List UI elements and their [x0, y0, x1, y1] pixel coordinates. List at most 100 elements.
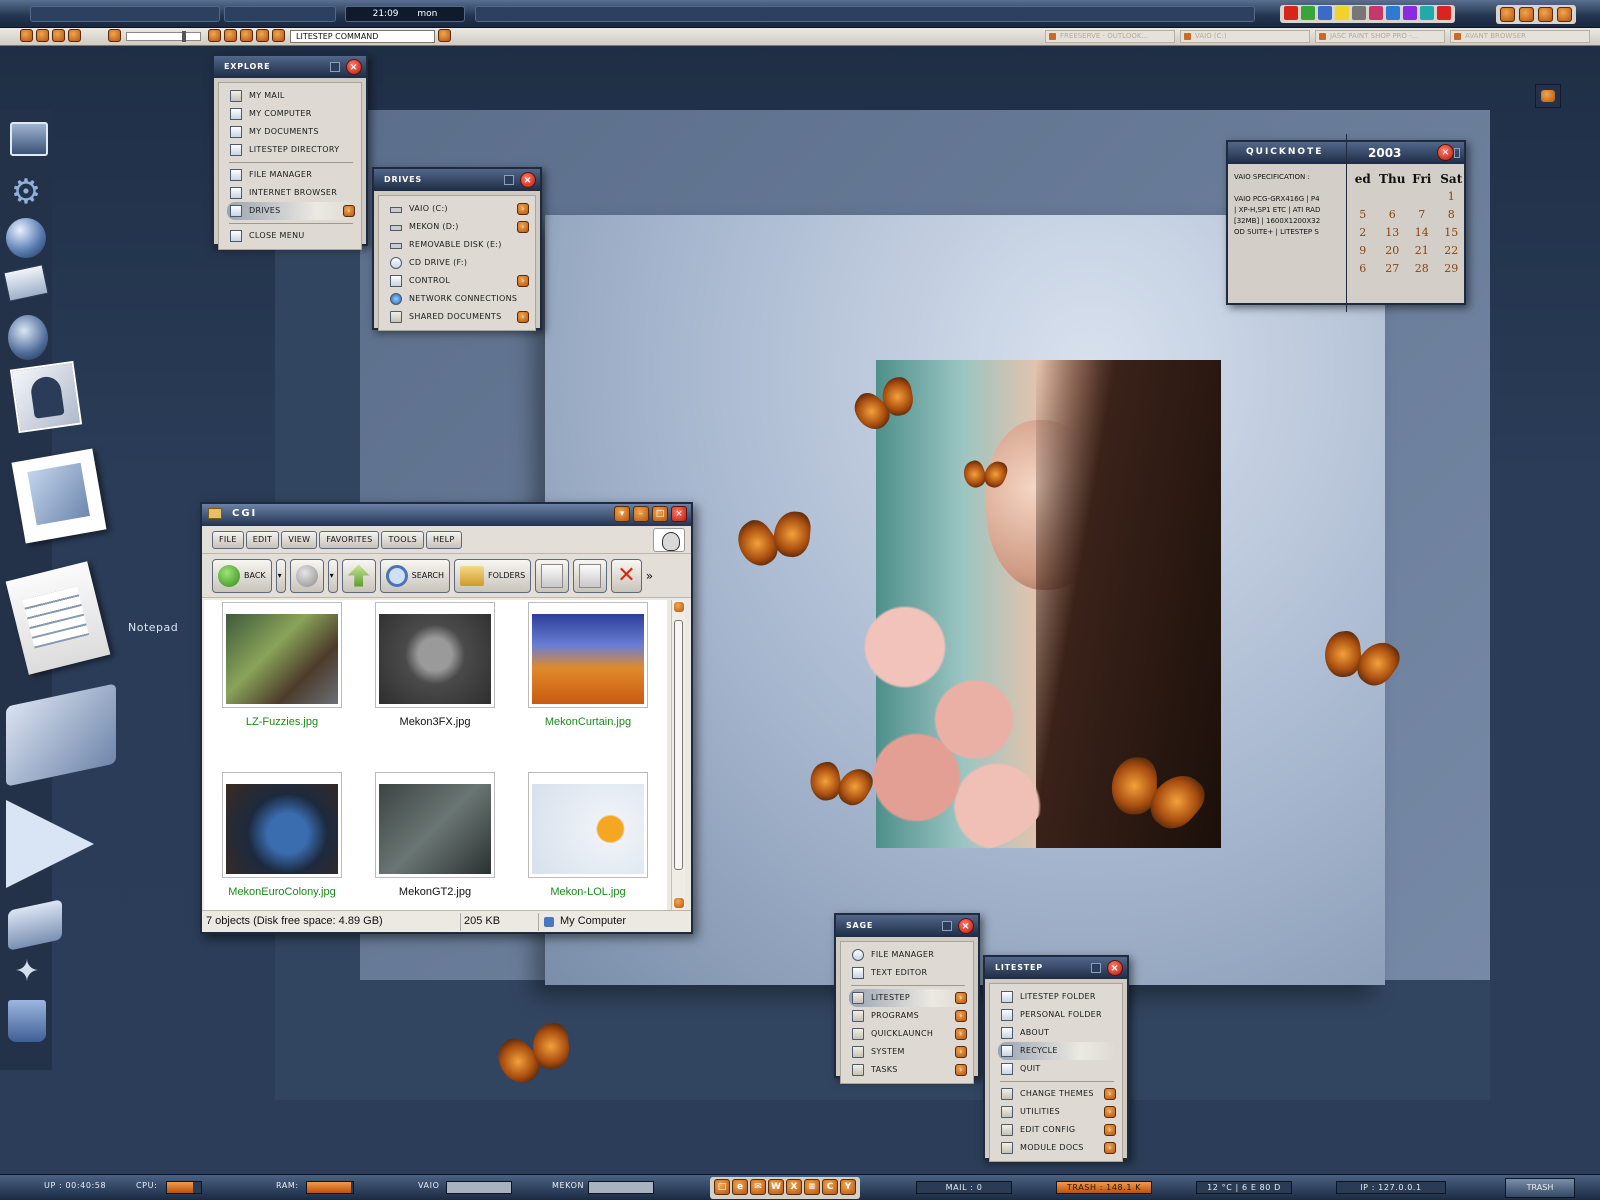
- tray-icon-x[interactable]: [1369, 6, 1383, 20]
- scroll-up-button[interactable]: [674, 602, 684, 612]
- command-go-button[interactable]: [438, 29, 451, 42]
- close-icon[interactable]: ×: [520, 172, 536, 188]
- forward-button[interactable]: [289, 558, 324, 593]
- menu-item-file-manager[interactable]: FILE MANAGER: [227, 166, 355, 184]
- file-thumbnail-mekoncurtain[interactable]: MekonCurtain.jpg: [528, 602, 648, 728]
- calendar-day[interactable]: 15: [1437, 224, 1467, 242]
- user-accounts-icon[interactable]: [9, 360, 83, 434]
- tray-icon-network[interactable]: [1318, 6, 1332, 20]
- media-button[interactable]: [20, 29, 33, 42]
- quicknote-pin-button[interactable]: [1454, 148, 1460, 158]
- toolbar-overflow-chevron[interactable]: »: [646, 569, 653, 583]
- media-button[interactable]: [36, 29, 49, 42]
- menu-item-drive-e[interactable]: REMOVABLE DISK (E:): [387, 236, 529, 254]
- quicklaunch-icon[interactable]: X: [786, 1179, 802, 1195]
- tray-icon-monitor[interactable]: [1352, 6, 1366, 20]
- back-dropdown[interactable]: ▾: [275, 558, 286, 593]
- menu-item-programs[interactable]: PROGRAMS ›: [849, 1007, 967, 1025]
- trash-can-icon[interactable]: TRASH: [1505, 1178, 1575, 1198]
- tray-icon-red[interactable]: [1284, 6, 1298, 20]
- network-plug-icon[interactable]: [8, 315, 48, 360]
- menu-item-file-manager[interactable]: FILE MANAGER: [849, 946, 967, 964]
- calendar-day[interactable]: 5: [1348, 206, 1378, 224]
- calendar-day[interactable]: 7: [1407, 206, 1437, 224]
- menu-item-drive-f[interactable]: CD DRIVE (F:): [387, 254, 529, 272]
- close-icon[interactable]: ×: [346, 59, 362, 75]
- menu-item-network-connections[interactable]: NETWORK CONNECTIONS: [387, 290, 529, 308]
- quicknote-text[interactable]: VAIO SPECIFICATION : VAIO PCG-GRX416G | …: [1234, 172, 1346, 238]
- menu-item-close-menu[interactable]: CLOSE MENU: [227, 227, 355, 245]
- delete-button[interactable]: ✕: [611, 558, 642, 593]
- tray-icon-globe[interactable]: [1386, 6, 1400, 20]
- menu-item-recycle[interactable]: RECYCLE: [998, 1042, 1116, 1060]
- player-stop-button[interactable]: [256, 29, 269, 42]
- calendar-day[interactable]: 13: [1378, 224, 1408, 242]
- quicklaunch-icon[interactable]: ✉: [750, 1179, 766, 1195]
- menu-item-litestep-directory[interactable]: LITESTEP DIRECTORY: [227, 141, 355, 159]
- calendar-day[interactable]: 6: [1378, 206, 1408, 224]
- volume-icon[interactable]: [108, 29, 121, 42]
- search-button[interactable]: SEARCH: [379, 558, 451, 593]
- menu-item-litestep-folder[interactable]: LITESTEP FOLDER: [998, 988, 1116, 1006]
- close-icon[interactable]: ×: [1437, 144, 1454, 161]
- menu-item-tasks[interactable]: TASKS ›: [849, 1061, 967, 1079]
- menu-help[interactable]: HELP: [425, 530, 462, 549]
- quicklaunch-icon[interactable]: ≡: [804, 1179, 820, 1195]
- calendar-day[interactable]: 8: [1437, 206, 1467, 224]
- run-arrow-icon[interactable]: [6, 800, 94, 888]
- volume-slider[interactable]: [126, 31, 201, 42]
- calendar-day[interactable]: 1: [1437, 188, 1467, 206]
- pictures-icon[interactable]: [11, 448, 107, 544]
- calendar-day[interactable]: 2: [1348, 224, 1378, 242]
- calendar-day[interactable]: 14: [1407, 224, 1437, 242]
- file-thumbnail-mekoneurocolony[interactable]: MekonEuroColony.jpg: [222, 772, 342, 898]
- tray-icon-zonealarm[interactable]: [1335, 6, 1349, 20]
- menu-item-control[interactable]: CONTROL ›: [387, 272, 529, 290]
- mail-counter[interactable]: MAIL : 0: [916, 1181, 1012, 1194]
- media-button[interactable]: [68, 29, 81, 42]
- menu-item-quicklaunch[interactable]: QUICKLAUNCH ›: [849, 1025, 967, 1043]
- menu-item-edit-config[interactable]: EDIT CONFIG ›: [998, 1121, 1116, 1139]
- tray-icon-green[interactable]: [1301, 6, 1315, 20]
- scrollbar-thumb[interactable]: [674, 620, 683, 870]
- calendar-day[interactable]: 27: [1378, 260, 1408, 278]
- quicklaunch-icon[interactable]: W: [768, 1179, 784, 1195]
- menu-item-text-editor[interactable]: TEXT EDITOR: [849, 964, 967, 982]
- calendar-day[interactable]: 22: [1437, 242, 1467, 260]
- menu-edit[interactable]: EDIT: [245, 530, 280, 549]
- player-next-button[interactable]: [272, 29, 285, 42]
- menu-favorites[interactable]: FAVORITES: [319, 530, 380, 549]
- player-pause-button[interactable]: [240, 29, 253, 42]
- calendar-day[interactable]: 28: [1407, 260, 1437, 278]
- volume-slider-thumb[interactable]: [182, 31, 186, 42]
- up-button[interactable]: [341, 558, 376, 593]
- forward-dropdown[interactable]: ▾: [327, 558, 338, 593]
- scroll-down-button[interactable]: [674, 898, 684, 908]
- player-prev-button[interactable]: [208, 29, 221, 42]
- menu-item-drive-c[interactable]: VAIO (C:) ›: [387, 200, 529, 218]
- menu-item-drives[interactable]: DRIVES ›: [227, 202, 355, 220]
- maximize-button[interactable]: □: [652, 506, 668, 522]
- calendar-day[interactable]: 29: [1437, 260, 1467, 278]
- menu-item-about[interactable]: ABOUT: [998, 1024, 1116, 1042]
- top-control-4[interactable]: [1557, 7, 1572, 22]
- quicklaunch-icon[interactable]: Y: [840, 1179, 856, 1195]
- close-button[interactable]: ×: [671, 506, 687, 522]
- menu-item-my-documents[interactable]: MY DOCUMENTS: [227, 123, 355, 141]
- tray-icon-stop[interactable]: [1437, 6, 1451, 20]
- top-control-2[interactable]: [1519, 7, 1534, 22]
- menu-file[interactable]: FILE: [212, 530, 244, 549]
- menu-item-litestep[interactable]: LITESTEP ›: [849, 989, 967, 1007]
- menu-tools[interactable]: TOOLS: [381, 530, 424, 549]
- quicklaunch-icon[interactable]: e: [732, 1179, 748, 1195]
- back-button[interactable]: BACK: [212, 558, 272, 593]
- menu-item-shared-documents[interactable]: SHARED DOCUMENTS ›: [387, 308, 529, 326]
- tray-icon-teal[interactable]: [1420, 6, 1434, 20]
- task-button-paintshop[interactable]: JASC PAINT SHOP PRO -...: [1315, 30, 1445, 43]
- shade-button[interactable]: ▾: [614, 506, 630, 522]
- close-icon[interactable]: ×: [1107, 960, 1123, 976]
- player-play-button[interactable]: [224, 29, 237, 42]
- tray-icon-purple[interactable]: [1403, 6, 1417, 20]
- menu-item-quit[interactable]: QUIT: [998, 1060, 1116, 1078]
- file-thumbnail-lz-fuzzies[interactable]: LZ-Fuzzies.jpg: [222, 602, 342, 728]
